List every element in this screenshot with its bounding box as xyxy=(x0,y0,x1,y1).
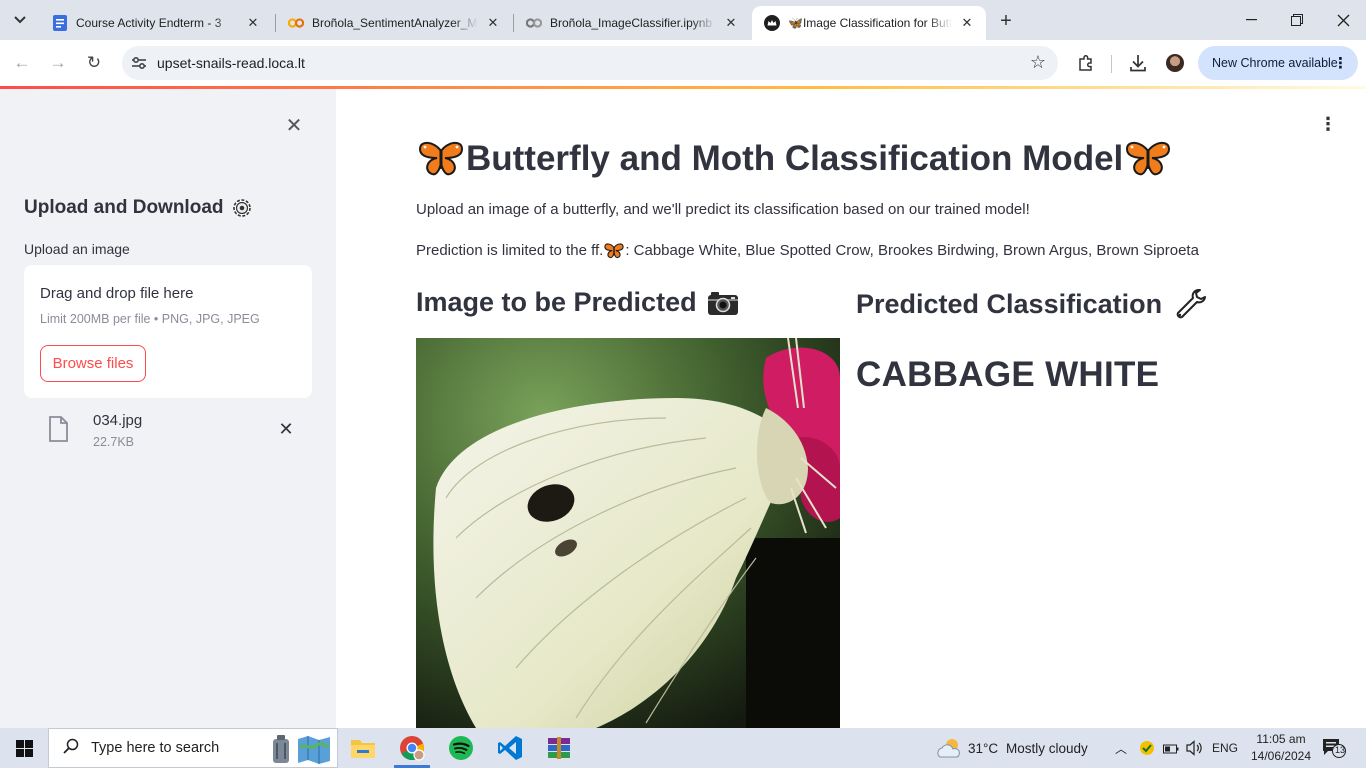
file-dropzone[interactable]: Drag and drop file here Limit 200MB per … xyxy=(24,265,312,398)
tab-title: Broñola_SentimentAnalyzer_Mc xyxy=(312,16,478,30)
notification-count: 13 xyxy=(1334,745,1345,755)
download-icon[interactable] xyxy=(1127,52,1149,74)
tray-shield-icon[interactable] xyxy=(1139,740,1155,761)
page-title-text: Butterfly and Moth Classification Model xyxy=(466,139,1124,178)
image-to-predict-heading: Image to be Predicted xyxy=(416,287,739,318)
taskbar-clock[interactable]: 11:05 am 14/06/2024 xyxy=(1246,731,1316,765)
camera-icon xyxy=(707,290,739,316)
sidebar: ✕ Upload and Download Upload an image Dr… xyxy=(0,89,336,728)
spotify-icon[interactable] xyxy=(437,728,485,768)
close-tab-icon[interactable]: ✕ xyxy=(244,14,262,32)
close-window-button[interactable] xyxy=(1320,0,1366,40)
butterfly-icon xyxy=(418,141,464,177)
butterfly-icon xyxy=(1125,141,1171,177)
vscode-icon[interactable] xyxy=(486,728,534,768)
new-chrome-available-button[interactable]: New Chrome available ⋮ xyxy=(1198,46,1358,80)
back-arrow-icon[interactable]: ← xyxy=(9,50,35,76)
forms-icon xyxy=(52,15,68,31)
address-bar[interactable]: upset-snails-read.loca.lt ☆ xyxy=(122,46,1058,80)
windows-taskbar: Type here to search 31°C Mostly cloudy ︿… xyxy=(0,728,1366,768)
limits-list: : Cabbage White, Blue Spotted Crow, Broo… xyxy=(625,242,1199,259)
colab-gray-icon xyxy=(526,15,542,31)
tab-title: Course Activity Endterm - 3 xyxy=(76,16,222,30)
windows-start-icon[interactable] xyxy=(0,728,48,768)
page-title: Butterfly and Moth Classification Model xyxy=(416,139,1173,179)
main-content: ⋮ Butterfly and Moth Classification Mode… xyxy=(336,89,1366,728)
uploaded-file-name: 034.jpg xyxy=(93,412,143,429)
uploaded-file-row: 034.jpg 22.7KB ✕ xyxy=(24,407,312,455)
battery-icon[interactable] xyxy=(1163,742,1179,760)
streamlit-crown-icon xyxy=(764,15,780,31)
file-explorer-icon[interactable] xyxy=(339,728,387,768)
limits-prefix: Prediction is limited to the ff. xyxy=(416,242,604,259)
dropzone-limit-text: Limit 200MB per file • PNG, JPG, JPEG xyxy=(40,312,260,326)
wrench-icon xyxy=(1172,287,1207,321)
extensions-puzzle-icon[interactable] xyxy=(1075,52,1097,74)
close-tab-icon[interactable]: ✕ xyxy=(484,14,502,32)
reload-icon[interactable]: ↻ xyxy=(81,50,107,76)
profile-avatar[interactable] xyxy=(1166,54,1184,72)
remove-file-icon[interactable]: ✕ xyxy=(276,419,296,439)
minimize-window-button[interactable] xyxy=(1228,0,1274,40)
browser-tab-image-classifier[interactable]: Broñola_ImageClassifier.ipynb - ✕ xyxy=(514,6,750,40)
notification-center-icon[interactable]: 13 xyxy=(1322,738,1346,758)
language-indicator[interactable]: ENG xyxy=(1212,728,1238,768)
new-chrome-label: New Chrome available xyxy=(1212,56,1338,70)
uploaded-butterfly-image xyxy=(416,338,840,728)
bookmark-star-icon[interactable]: ☆ xyxy=(1030,52,1046,73)
search-icon xyxy=(63,738,79,759)
file-icon xyxy=(48,416,68,447)
weather-temperature[interactable]: 31°C xyxy=(968,728,998,768)
sidebar-heading: Upload and Download xyxy=(24,197,253,219)
volume-icon[interactable] xyxy=(1186,740,1204,761)
tray-chevron-up-icon[interactable]: ︿ xyxy=(1115,728,1127,768)
site-settings-icon[interactable] xyxy=(130,54,148,72)
main-menu-icon[interactable]: ⋮ xyxy=(1318,113,1338,135)
taskbar-search-placeholder: Type here to search xyxy=(91,740,220,756)
tab-title: 🦋Image Classification for Butt xyxy=(788,16,952,30)
close-sidebar-icon[interactable]: ✕ xyxy=(284,115,304,137)
tab-search-chevron-icon[interactable] xyxy=(6,7,34,33)
butterfly-icon xyxy=(604,242,624,259)
clock-time: 11:05 am xyxy=(1256,732,1306,746)
forward-arrow-icon[interactable]: → xyxy=(45,50,71,76)
browser-tab-sentiment-analyzer[interactable]: Broñola_SentimentAnalyzer_Mc ✕ xyxy=(276,6,512,40)
weather-icon[interactable] xyxy=(935,737,963,764)
close-tab-icon[interactable]: ✕ xyxy=(722,14,740,32)
prediction-limits: Prediction is limited to the ff. : Cabba… xyxy=(416,242,1199,259)
page-description: Upload an image of a butterfly, and we'l… xyxy=(416,201,1030,218)
prediction-heading-text: Predicted Classification xyxy=(856,288,1163,319)
tab-title: Broñola_ImageClassifier.ipynb - xyxy=(550,16,716,30)
search-highlight-icon xyxy=(269,733,331,765)
close-tab-icon[interactable]: ✕ xyxy=(958,14,976,32)
toolbar-divider xyxy=(1111,55,1112,73)
prediction-result: CABBAGE WHITE xyxy=(856,355,1160,394)
browser-tab-image-classification[interactable]: 🦋Image Classification for Butt ✕ xyxy=(752,6,986,40)
new-tab-button[interactable]: + xyxy=(994,9,1018,33)
winrar-icon[interactable] xyxy=(535,728,583,768)
chrome-taskbar-icon[interactable] xyxy=(388,728,436,768)
image-heading-text: Image to be Predicted xyxy=(416,287,697,317)
url-text: upset-snails-read.loca.lt xyxy=(157,55,305,71)
chrome-menu-icon[interactable]: ⋮ xyxy=(1333,54,1348,72)
predicted-classification-heading: Predicted Classification xyxy=(856,287,1207,321)
sidebar-heading-text: Upload and Download xyxy=(24,197,224,218)
browser-toolbar: ← → ↻ upset-snails-read.loca.lt ☆ New Ch… xyxy=(0,40,1366,86)
upload-image-label: Upload an image xyxy=(24,241,130,257)
uploaded-file-size: 22.7KB xyxy=(93,435,135,449)
clock-date: 14/06/2024 xyxy=(1250,749,1312,763)
browser-tab-course-activity[interactable]: Course Activity Endterm - 3 ✕ xyxy=(40,6,272,40)
restore-window-button[interactable] xyxy=(1274,0,1320,40)
colab-icon xyxy=(288,15,304,31)
gear-icon xyxy=(231,197,253,219)
browser-tab-strip: Course Activity Endterm - 3 ✕ Broñola_Se… xyxy=(0,0,1366,40)
dropzone-title: Drag and drop file here xyxy=(40,285,194,302)
weather-description[interactable]: Mostly cloudy xyxy=(1006,728,1088,768)
browse-files-button[interactable]: Browse files xyxy=(40,345,146,382)
taskbar-search-box[interactable]: Type here to search xyxy=(48,728,338,768)
